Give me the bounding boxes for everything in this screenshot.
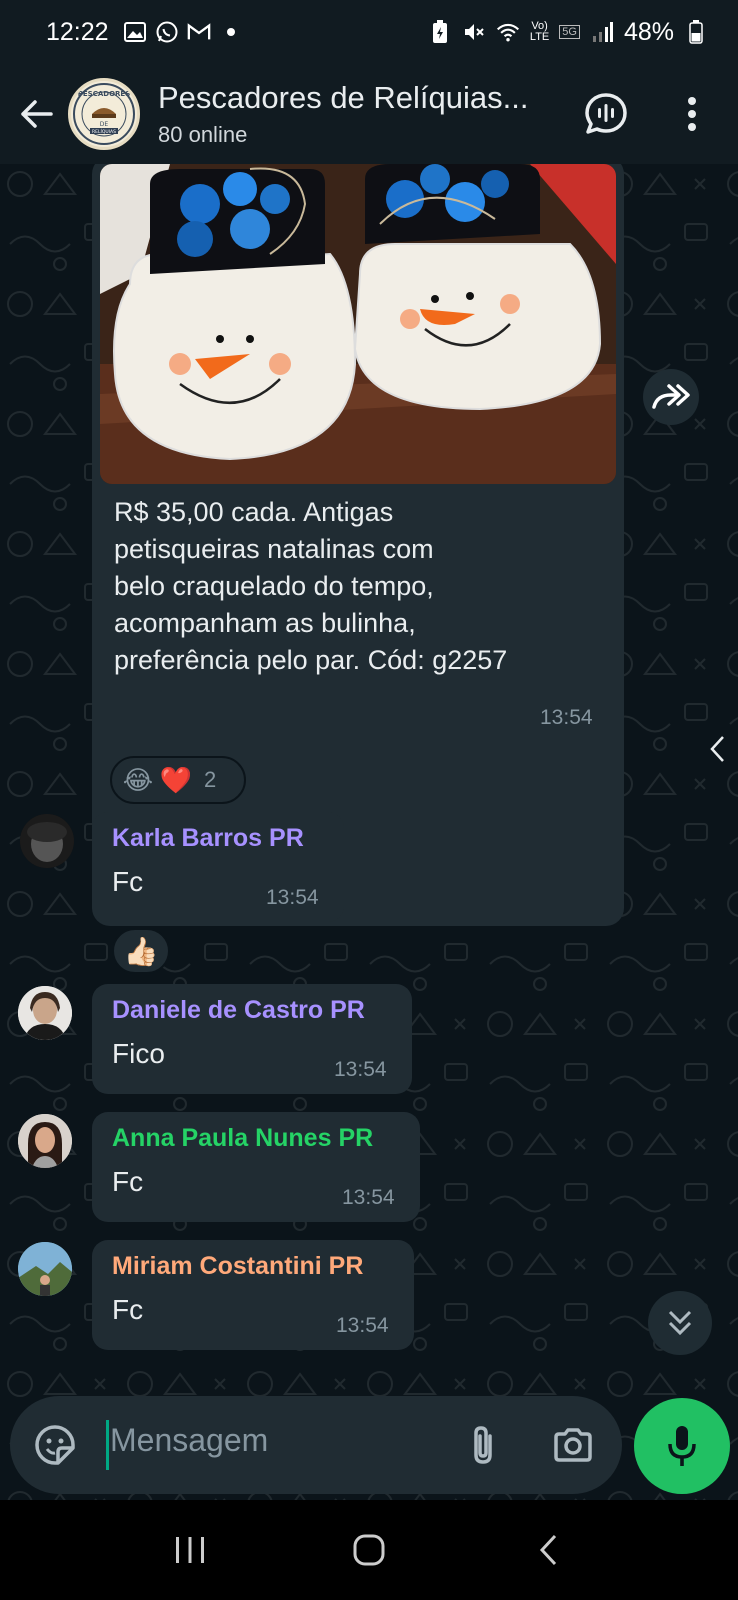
voice-chat-button[interactable] — [580, 88, 632, 140]
home-icon — [353, 1534, 385, 1566]
recents-icon — [175, 1537, 204, 1563]
online-count: 80 online — [158, 122, 248, 147]
thumbs-up-emoji: 👍🏻 — [123, 935, 159, 967]
system-nav-bar — [0, 1500, 738, 1600]
group-avatar[interactable]: PESCADORES DE RELÍQUIAS — [68, 78, 140, 150]
text-cursor — [106, 1420, 109, 1470]
attach-button[interactable] — [458, 1420, 508, 1470]
wifi-icon — [496, 20, 520, 44]
group-name: Pescadores de Relíquias... — [158, 80, 529, 115]
sender-name[interactable]: Anna Paula Nunes PR — [112, 1124, 373, 1153]
volte-icon: Vo) LTE — [529, 20, 550, 43]
double-chevron-down-icon — [668, 1310, 692, 1336]
back-chevron-icon — [540, 1534, 557, 1566]
whatsapp-icon — [155, 20, 179, 44]
gallery-icon — [123, 20, 147, 44]
sender-name[interactable]: Daniele de Castro PR — [112, 996, 365, 1025]
forward-icon — [652, 384, 690, 409]
message-text: Fc — [112, 1166, 144, 1197]
arrow-left-icon — [21, 100, 53, 128]
forward-button[interactable] — [643, 369, 699, 425]
sender-name[interactable]: Karla Barros PR — [112, 824, 304, 853]
scroll-to-bottom-button[interactable] — [648, 1291, 712, 1355]
chevron-left-icon — [710, 736, 724, 762]
avatar[interactable] — [18, 1242, 72, 1296]
5g-icon: 5G — [559, 25, 580, 39]
paperclip-icon — [474, 1426, 492, 1464]
caption-line: R$ 35,00 cada. Antigas — [114, 497, 394, 527]
product-photo[interactable] — [100, 164, 616, 484]
reaction-count: 2 — [204, 767, 217, 792]
caption-line: preferência pelo par. Cód: g2257 — [114, 645, 508, 675]
message-time: 13:54 — [342, 1186, 395, 1209]
chat-area[interactable]: R$ 35,00 cada. Antigas petisqueiras nata… — [0, 164, 738, 1500]
avatar-text-mid: DE — [100, 121, 109, 128]
notification-icons — [123, 20, 243, 44]
chat-header: PESCADORES DE RELÍQUIAS Pescadores de Re… — [0, 64, 738, 164]
home-button[interactable] — [339, 1520, 399, 1580]
back-button[interactable] — [12, 90, 60, 138]
nav-back-button[interactable] — [518, 1520, 578, 1580]
sticker-button[interactable] — [30, 1420, 80, 1470]
sticker-icon — [35, 1425, 75, 1465]
avatar[interactable] — [20, 814, 74, 868]
status-right: Vo) LTE 5G 48% — [428, 18, 708, 47]
battery-icon — [684, 20, 708, 44]
mute-icon — [462, 20, 486, 44]
caption-line: petisqueiras natalinas com — [114, 534, 434, 564]
message-bubble[interactable]: Miriam Costantini PR Fc 13:54 — [92, 1240, 414, 1350]
message-time: 13:54 — [266, 886, 319, 909]
gmail-icon — [187, 20, 211, 44]
microphone-icon — [668, 1426, 696, 1466]
message-text: Fc — [112, 1294, 144, 1325]
message-time: 13:54 — [334, 1058, 387, 1081]
signal-icon — [590, 20, 614, 44]
message-bubble[interactable]: Daniele de Castro PR Fico 13:54 — [92, 984, 412, 1094]
message-bubble[interactable]: Karla Barros PR Fc 13:54 — [92, 812, 344, 922]
message-text: Fico — [112, 1038, 165, 1069]
image-caption: R$ 35,00 cada. Antigas petisqueiras nata… — [114, 494, 604, 679]
status-time: 12:22 — [46, 17, 109, 46]
caption-line: belo craquelado do tempo, — [114, 571, 434, 601]
message-time: 13:54 — [336, 1314, 389, 1337]
message-input[interactable]: Mensagem — [110, 1422, 268, 1459]
message-reactions[interactable]: 👍🏻 — [112, 928, 170, 974]
caption-line: acompanham as bulinha, — [114, 608, 416, 638]
battery-saver-icon — [428, 20, 452, 44]
more-vertical-icon — [688, 97, 696, 131]
voice-record-button[interactable] — [634, 1398, 730, 1494]
message-text: Fc — [112, 866, 144, 897]
recent-apps-button[interactable] — [160, 1520, 220, 1580]
audio-chat-icon — [585, 93, 627, 134]
dot-icon — [219, 20, 243, 44]
message-bubble[interactable]: Anna Paula Nunes PR Fc 13:54 — [92, 1112, 420, 1222]
avatar-text-top: PESCADORES — [78, 90, 130, 98]
side-panel-handle[interactable] — [702, 729, 732, 769]
more-options-button[interactable] — [666, 88, 718, 140]
status-bar: 12:22 Vo) LTE 5G 48% — [0, 0, 738, 64]
message-time: 13:54 — [540, 706, 593, 729]
laughing-emoji: 😂 — [122, 764, 154, 795]
group-info[interactable]: Pescadores de Relíquias... 80 online — [158, 80, 580, 148]
avatar[interactable] — [18, 1114, 72, 1168]
heart-emoji: ❤️ — [159, 764, 193, 795]
camera-icon — [554, 1428, 592, 1462]
battery-percent: 48% — [623, 17, 674, 46]
avatar-text-bot: RELÍQUIAS — [92, 128, 116, 135]
message-composer[interactable]: Mensagem — [10, 1396, 622, 1494]
avatar[interactable] — [18, 986, 72, 1040]
sender-name[interactable]: Miriam Costantini PR — [112, 1252, 363, 1281]
message-reactions[interactable]: 😂 ❤️ 2 — [110, 756, 246, 804]
camera-button[interactable] — [548, 1420, 598, 1470]
